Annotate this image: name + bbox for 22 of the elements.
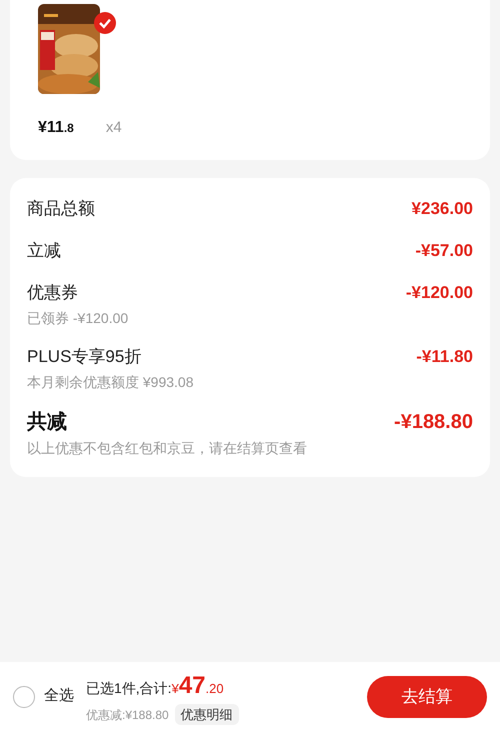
checkout-button[interactable]: 去结算 <box>367 676 487 718</box>
summary-amount: -¥120.00 <box>406 282 473 304</box>
item-price: ¥11.8 <box>38 118 74 138</box>
total-text: 已选1件,合计:¥47.20 <box>86 670 225 701</box>
summary-label: 立减 <box>27 240 61 262</box>
summary-label: PLUS专享95折 <box>27 346 142 368</box>
summary-note: 已领券 -¥120.00 <box>27 309 128 327</box>
item-quantity: x4 <box>106 118 122 138</box>
select-all-label[interactable]: 全选 <box>44 685 74 708</box>
summary-label: 优惠券 <box>27 282 79 304</box>
summary-amount: -¥11.80 <box>416 346 473 368</box>
summary-note: 本月剩余优惠额度 ¥993.08 <box>27 373 194 391</box>
summary-label: 共减 <box>27 410 68 435</box>
summary-amount: -¥188.80 <box>394 410 473 435</box>
check-icon[interactable] <box>94 12 116 34</box>
discount-detail-button[interactable]: 优惠明细 <box>174 704 239 726</box>
select-all-checkbox[interactable] <box>13 686 35 708</box>
summary-label: 商品总额 <box>27 198 95 220</box>
summary-note: 以上优惠不包含红包和京豆，请在结算页查看 <box>27 439 307 457</box>
summary-amount: -¥57.00 <box>415 240 473 262</box>
discount-text: 优惠减:¥188.80 <box>86 706 169 724</box>
summary-amount: ¥236.00 <box>412 198 473 220</box>
